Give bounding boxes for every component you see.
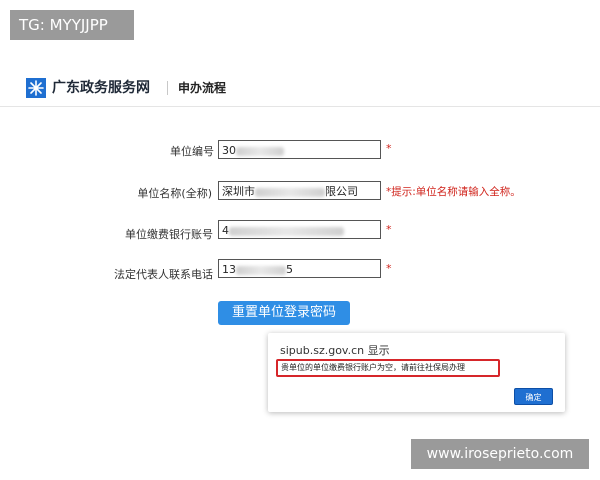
dialog-title: sipub.sz.gov.cn 显示 — [280, 344, 390, 357]
watermark-bottom: www.iroseprieto.com — [411, 439, 589, 469]
redaction-blur — [236, 265, 286, 275]
legal-phone-label: 法定代表人联系电话 — [114, 268, 213, 281]
unit-name-hint: *提示:单位名称请输入全称。 — [386, 186, 521, 198]
dialog-message: 贵单位的单位缴费银行账户为空，请前往社保局办理 — [276, 359, 500, 377]
header-underline — [0, 106, 600, 107]
unit-name-prefix: 深圳市 — [222, 185, 255, 198]
snowflake-logo-icon — [26, 78, 46, 98]
required-mark: * — [386, 262, 392, 275]
bank-account-label: 单位缴费银行账号 — [125, 228, 213, 241]
watermark-top: TG: MYYJJPP — [10, 10, 134, 40]
legal-phone-prefix: 13 — [222, 263, 236, 276]
reset-password-button[interactable]: 重置单位登录密码 — [218, 301, 350, 325]
process-link[interactable]: 申办流程 — [178, 79, 226, 96]
unit-name-suffix: 限公司 — [325, 185, 358, 198]
unit-name-label: 单位名称(全称) — [137, 187, 212, 200]
unit-name-input[interactable]: 深圳市 限公司 — [218, 181, 381, 200]
required-mark: * — [386, 223, 392, 236]
redaction-blur — [236, 146, 284, 156]
redaction-blur — [229, 226, 344, 236]
site-title[interactable]: 广东政务服务网 — [52, 77, 150, 97]
legal-phone-suffix: 5 — [286, 263, 293, 276]
site-header: 广东政务服务网 申办流程 — [0, 70, 600, 106]
required-mark: * — [386, 142, 392, 155]
header-divider — [167, 81, 168, 95]
unit-code-input[interactable]: 30 — [218, 140, 381, 159]
redaction-blur — [255, 187, 325, 197]
unit-code-value: 30 — [222, 144, 236, 157]
legal-phone-input[interactable]: 13 5 — [218, 259, 381, 278]
dialog-ok-button[interactable]: 确定 — [514, 388, 553, 405]
bank-account-input[interactable]: 4 — [218, 220, 381, 239]
bank-account-value: 4 — [222, 224, 229, 237]
alert-dialog: sipub.sz.gov.cn 显示 贵单位的单位缴费银行账户为空，请前往社保局… — [268, 333, 565, 412]
unit-code-label: 单位编号 — [170, 145, 214, 158]
